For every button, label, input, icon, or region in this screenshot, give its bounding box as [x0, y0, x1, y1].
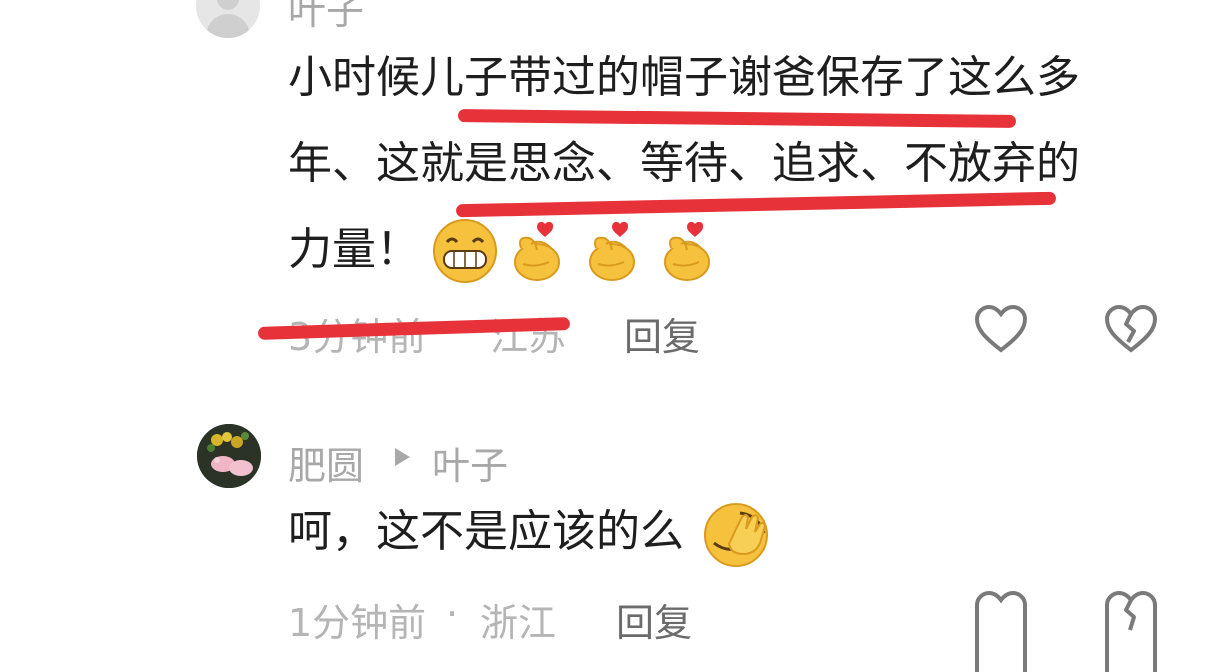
grin-emoji	[433, 219, 497, 283]
comment-text-line-1: 小时候儿子带过的帽子谢爸保存了这么多	[288, 52, 1080, 103]
dislike-broken-heart-icon[interactable]	[1104, 304, 1158, 354]
comment-text-line-2: 年、这就是思念、等待、追求、不放弃的	[288, 138, 1080, 189]
reply-button[interactable]: 回复	[624, 306, 700, 361]
comment-location: 浙江	[480, 601, 557, 645]
finger-heart-emoji	[664, 221, 711, 281]
reply-arrow-icon	[395, 448, 410, 466]
dislike-broken-heart-icon[interactable]	[1104, 590, 1158, 672]
comment-location: 江苏	[490, 315, 567, 359]
comment-text-content: 呵，这不是应该的么	[288, 506, 684, 557]
reply-button[interactable]: 回复	[616, 592, 692, 647]
comment-text: 呵，这不是应该的么	[288, 492, 776, 571]
finger-heart-emoji	[589, 221, 636, 281]
comment-text-line-3: 力量！	[288, 224, 420, 275]
avatar-image	[197, 424, 261, 488]
avatar-head-shape	[217, 0, 239, 10]
comment-emojis	[430, 218, 725, 284]
avatar[interactable]	[196, 0, 260, 38]
comment-username[interactable]: 叶子	[288, 0, 364, 35]
like-heart-icon[interactable]	[974, 590, 1028, 672]
like-heart-icon[interactable]	[974, 304, 1028, 354]
avatar-body-shape	[206, 14, 250, 38]
reply-to-username[interactable]: 叶子	[432, 435, 508, 490]
finger-heart-emoji	[514, 221, 561, 281]
avatar[interactable]	[197, 424, 261, 488]
meta-separator: ·	[446, 592, 459, 636]
face-palm-emoji	[704, 503, 768, 567]
comment-username[interactable]: 肥圆	[288, 435, 364, 490]
comment-time: 1分钟前	[288, 601, 427, 645]
